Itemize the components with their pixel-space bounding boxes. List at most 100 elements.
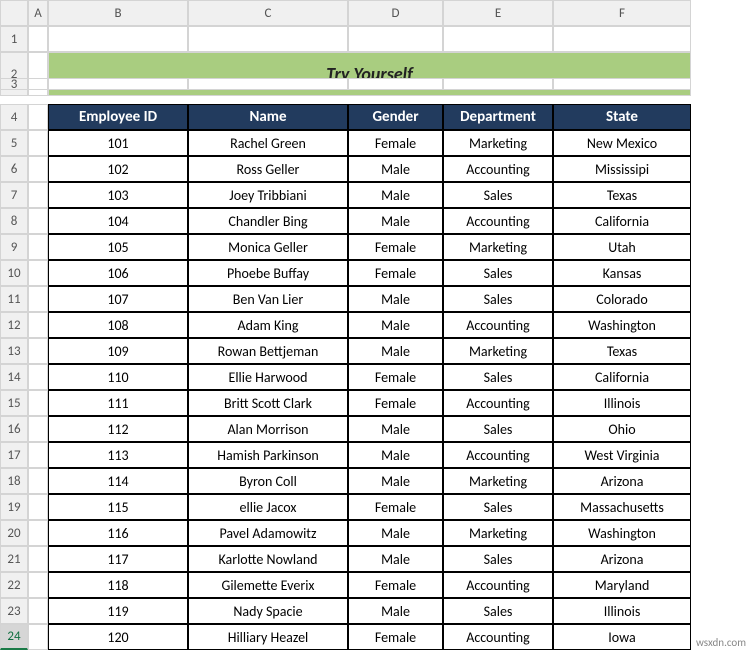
cell-employee-id[interactable]: 103 (48, 182, 188, 208)
row-header-10[interactable]: 10 (0, 260, 28, 286)
row-header-15[interactable]: 15 (0, 390, 28, 416)
cell-employee-id[interactable]: 106 (48, 260, 188, 286)
cell-a21[interactable] (28, 546, 48, 572)
cell-gender[interactable]: Male (348, 338, 443, 364)
cell-gender[interactable]: Female (348, 494, 443, 520)
row-header-22[interactable]: 22 (0, 572, 28, 598)
cell-state[interactable]: Ohio (553, 416, 691, 442)
cell-department[interactable]: Accounting (443, 208, 553, 234)
cell-name[interactable]: Joey Tribbiani (188, 182, 348, 208)
cell-gender[interactable]: Male (348, 416, 443, 442)
cell-state[interactable]: New Mexico (553, 130, 691, 156)
cell-a23[interactable] (28, 598, 48, 624)
cell-a18[interactable] (28, 468, 48, 494)
cell-employee-id[interactable]: 116 (48, 520, 188, 546)
cell-name[interactable]: Hamish Parkinson (188, 442, 348, 468)
cell-department[interactable]: Sales (443, 364, 553, 390)
cell-state[interactable]: Washington (553, 312, 691, 338)
cell-name[interactable]: Pavel Adamowitz (188, 520, 348, 546)
cell-empty[interactable] (28, 26, 48, 52)
cell-gender[interactable]: Female (348, 364, 443, 390)
cell-employee-id[interactable]: 102 (48, 156, 188, 182)
cell-gender[interactable]: Female (348, 260, 443, 286)
cell-department[interactable]: Marketing (443, 234, 553, 260)
cell-gender[interactable]: Male (348, 156, 443, 182)
row-header-4[interactable]: 4 (0, 104, 28, 130)
cell-gender[interactable]: Male (348, 286, 443, 312)
cell-a15[interactable] (28, 390, 48, 416)
cell-employee-id[interactable]: 113 (48, 442, 188, 468)
cell-gender[interactable]: Male (348, 520, 443, 546)
cell-gender[interactable]: Male (348, 182, 443, 208)
cell-empty[interactable] (48, 78, 188, 90)
cell-name[interactable]: Ben Van Lier (188, 286, 348, 312)
cell-empty[interactable] (48, 26, 188, 52)
cell-name[interactable]: Rachel Green (188, 130, 348, 156)
cell-a16[interactable] (28, 416, 48, 442)
cell-a20[interactable] (28, 520, 48, 546)
cell-a11[interactable] (28, 286, 48, 312)
row-header-12[interactable]: 12 (0, 312, 28, 338)
cell-employee-id[interactable]: 108 (48, 312, 188, 338)
cell-gender[interactable]: Female (348, 234, 443, 260)
table-header-1[interactable]: Name (188, 104, 348, 130)
row-header-24[interactable]: 24 (0, 624, 28, 650)
row-header-20[interactable]: 20 (0, 520, 28, 546)
cell-department[interactable]: Marketing (443, 338, 553, 364)
cell-state[interactable]: Massachusetts (553, 494, 691, 520)
cell-state[interactable]: Texas (553, 338, 691, 364)
cell-department[interactable]: Sales (443, 494, 553, 520)
cell-state[interactable]: Washington (553, 520, 691, 546)
cell-name[interactable]: Karlotte Nowland (188, 546, 348, 572)
table-header-2[interactable]: Gender (348, 104, 443, 130)
cell-state[interactable]: Kansas (553, 260, 691, 286)
cell-a24[interactable] (28, 624, 48, 650)
row-header-21[interactable]: 21 (0, 546, 28, 572)
cell-department[interactable]: Accounting (443, 442, 553, 468)
col-header-E[interactable]: E (443, 0, 553, 26)
cell-gender[interactable]: Male (348, 208, 443, 234)
cell-a13[interactable] (28, 338, 48, 364)
cell-name[interactable]: Ellie Harwood (188, 364, 348, 390)
cell-a10[interactable] (28, 260, 48, 286)
cell-employee-id[interactable]: 110 (48, 364, 188, 390)
row-header-3[interactable]: 3 (0, 78, 28, 90)
cell-department[interactable]: Sales (443, 546, 553, 572)
cell-gender[interactable]: Female (348, 390, 443, 416)
cell-state[interactable]: Iowa (553, 624, 691, 650)
cell-empty[interactable] (348, 78, 443, 90)
row-header-8[interactable]: 8 (0, 208, 28, 234)
col-header-F[interactable]: F (553, 0, 691, 26)
cell-state[interactable]: California (553, 364, 691, 390)
cell-department[interactable]: Sales (443, 416, 553, 442)
cell-state[interactable]: West Virginia (553, 442, 691, 468)
cell-a4[interactable] (28, 104, 48, 130)
cell-department[interactable]: Sales (443, 182, 553, 208)
col-header-B[interactable]: B (48, 0, 188, 26)
cell-a7[interactable] (28, 182, 48, 208)
cell-gender[interactable]: Male (348, 598, 443, 624)
cell-a5[interactable] (28, 130, 48, 156)
cell-state[interactable]: Mississipi (553, 156, 691, 182)
cell-employee-id[interactable]: 107 (48, 286, 188, 312)
col-header-C[interactable]: C (188, 0, 348, 26)
cell-employee-id[interactable]: 105 (48, 234, 188, 260)
cell-gender[interactable]: Male (348, 312, 443, 338)
table-header-4[interactable]: State (553, 104, 691, 130)
cell-department[interactable]: Accounting (443, 572, 553, 598)
cell-department[interactable]: Marketing (443, 130, 553, 156)
cell-gender[interactable]: Male (348, 546, 443, 572)
cell-a6[interactable] (28, 156, 48, 182)
cell-empty[interactable] (188, 26, 348, 52)
row-header-23[interactable]: 23 (0, 598, 28, 624)
cell-gender[interactable]: Male (348, 442, 443, 468)
row-header-19[interactable]: 19 (0, 494, 28, 520)
cell-empty[interactable] (28, 78, 48, 90)
cell-state[interactable]: Utah (553, 234, 691, 260)
cell-employee-id[interactable]: 101 (48, 130, 188, 156)
cell-department[interactable]: Sales (443, 260, 553, 286)
cell-employee-id[interactable]: 111 (48, 390, 188, 416)
cell-empty[interactable] (553, 78, 691, 90)
cell-employee-id[interactable]: 120 (48, 624, 188, 650)
row-header-13[interactable]: 13 (0, 338, 28, 364)
